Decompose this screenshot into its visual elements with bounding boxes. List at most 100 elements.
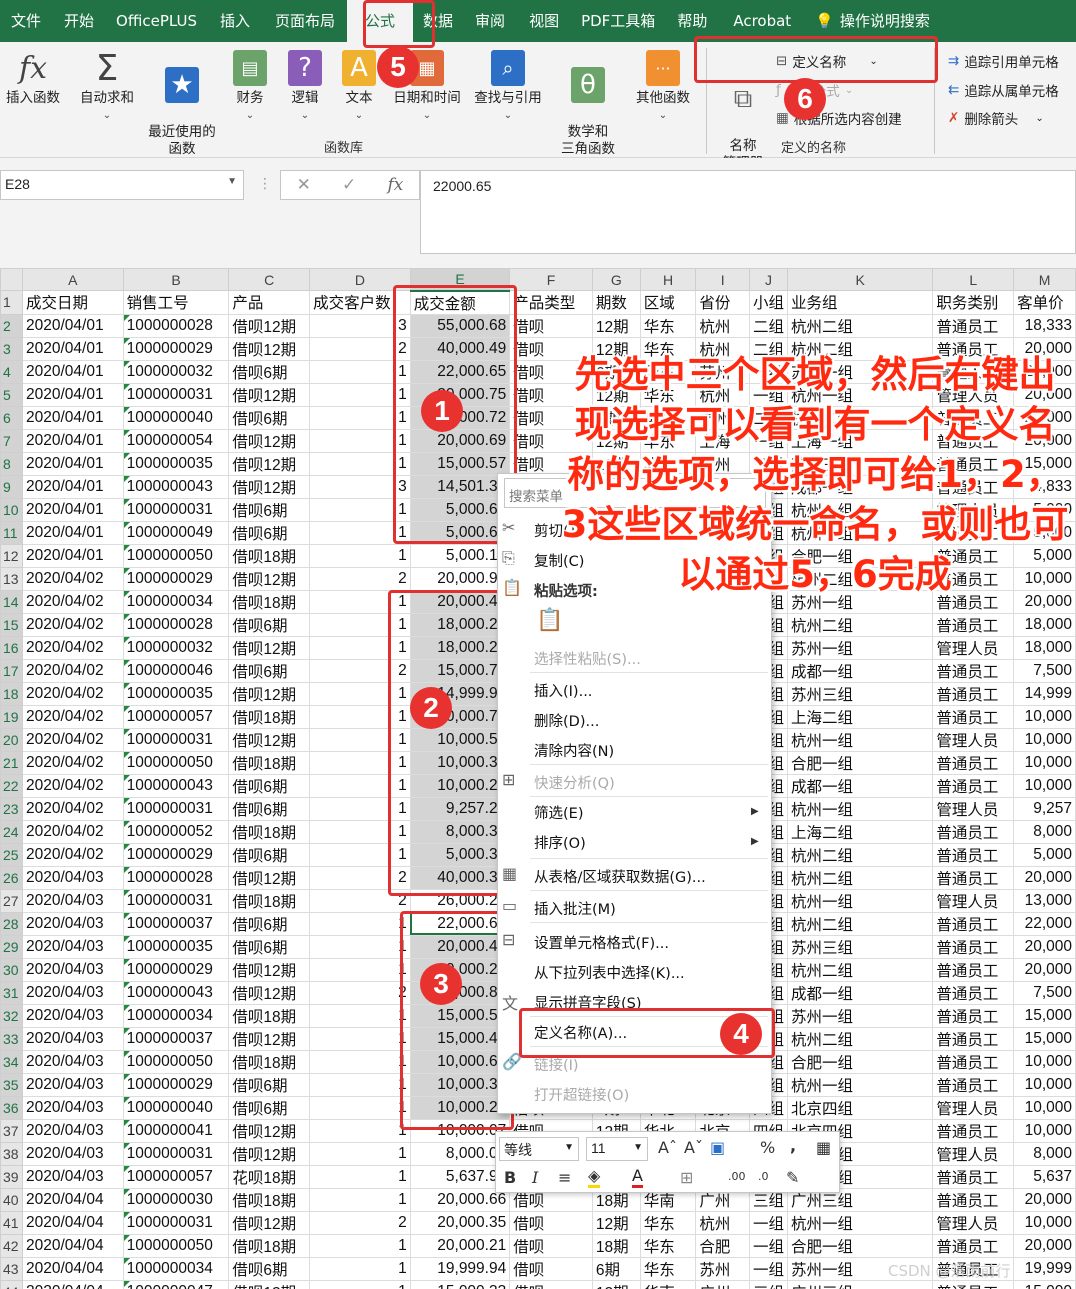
cell[interactable]: 2020/04/04 bbox=[21, 1279, 124, 1289]
cell[interactable]: 借呗12期 bbox=[228, 1279, 311, 1289]
cell[interactable]: 2020/04/01 bbox=[21, 336, 124, 361]
cell[interactable]: 1 bbox=[309, 1187, 411, 1212]
column-header-a[interactable]: A bbox=[21, 268, 124, 291]
font-name-select[interactable]: 等线 ▼ bbox=[499, 1137, 579, 1161]
cell[interactable]: 普通员工 bbox=[932, 1187, 1015, 1212]
cell[interactable]: 8,000 bbox=[1013, 1141, 1076, 1166]
cell[interactable]: 普通员工 bbox=[932, 681, 1015, 706]
cell[interactable]: 2020/04/03 bbox=[21, 934, 124, 959]
cell[interactable]: 1000000034 bbox=[122, 1256, 230, 1281]
row-header[interactable]: 17 bbox=[0, 658, 23, 683]
cell[interactable]: 2020/04/02 bbox=[21, 727, 124, 752]
cell[interactable]: 1000000028 bbox=[122, 612, 230, 637]
enter-icon[interactable]: ✓ bbox=[342, 175, 356, 195]
row-header[interactable]: 15 bbox=[0, 612, 23, 637]
cell[interactable]: 2020/04/02 bbox=[21, 566, 124, 591]
menu-item-open-hyperlink[interactable]: 打开超链接(O) bbox=[534, 1084, 629, 1105]
tab-page-layout[interactable]: 页面布局 bbox=[263, 0, 347, 42]
cell[interactable]: 借呗18期 bbox=[228, 888, 311, 913]
cell[interactable]: 20,000.21 bbox=[409, 1233, 511, 1258]
tab-review[interactable]: 审阅 bbox=[463, 0, 517, 42]
cell[interactable]: 借呗6期 bbox=[228, 1072, 311, 1097]
row-header[interactable]: 32 bbox=[0, 1003, 23, 1028]
cell[interactable]: 合肥一组 bbox=[787, 750, 934, 775]
paste-clipboard-icon[interactable]: 📋 bbox=[536, 608, 563, 633]
row-header[interactable]: 38 bbox=[0, 1141, 23, 1166]
cell[interactable]: 1000000029 bbox=[122, 957, 230, 982]
cell[interactable]: 借呗18期 bbox=[228, 1003, 311, 1028]
header-cell[interactable]: 区域 bbox=[639, 290, 697, 315]
cell[interactable]: 2020/04/02 bbox=[21, 796, 124, 821]
cell[interactable]: 2020/04/02 bbox=[21, 612, 124, 637]
cell[interactable]: 2020/04/03 bbox=[21, 980, 124, 1005]
borders-icon[interactable]: ⊞ bbox=[680, 1168, 693, 1187]
more-functions-button[interactable]: ··· 其他函数 ⌄ bbox=[630, 50, 696, 124]
cell[interactable]: 19,999 bbox=[1013, 1256, 1076, 1281]
header-cell[interactable]: 小组 bbox=[748, 290, 789, 315]
cell[interactable]: 一组 bbox=[748, 1210, 789, 1235]
cell[interactable]: 杭州一组 bbox=[787, 1210, 934, 1235]
cell[interactable]: 1000000031 bbox=[122, 796, 230, 821]
cell[interactable]: 1 bbox=[309, 1256, 411, 1281]
column-header-l[interactable]: L bbox=[932, 268, 1015, 291]
chevron-down-icon[interactable]: ▼ bbox=[227, 176, 237, 187]
cell[interactable]: 管理人员 bbox=[932, 1210, 1015, 1235]
cell[interactable]: 7,500 bbox=[1013, 658, 1076, 683]
cell[interactable]: 华东 bbox=[639, 313, 697, 338]
row-header[interactable]: 21 bbox=[0, 750, 23, 775]
cell[interactable]: 1000000049 bbox=[122, 520, 230, 545]
cell[interactable]: 20,000 bbox=[1013, 1233, 1076, 1258]
cell[interactable]: 普通员工 bbox=[932, 313, 1015, 338]
cell[interactable]: 2020/04/01 bbox=[21, 405, 124, 430]
cell[interactable]: 借呗12期 bbox=[228, 336, 311, 361]
text-functions-button[interactable]: A 文本 ⌄ bbox=[337, 50, 381, 124]
cell[interactable]: 2020/04/01 bbox=[21, 543, 124, 568]
cell[interactable]: 2020/04/01 bbox=[21, 520, 124, 545]
cell[interactable]: 2 bbox=[309, 980, 411, 1005]
header-cell[interactable]: 职务类别 bbox=[932, 290, 1015, 315]
format-painter-icon[interactable]: ✎ bbox=[786, 1168, 799, 1187]
cell[interactable]: 2020/04/01 bbox=[21, 313, 124, 338]
row-header[interactable]: 9 bbox=[0, 474, 23, 499]
row-header[interactable]: 29 bbox=[0, 934, 23, 959]
cell[interactable]: 2020/04/01 bbox=[21, 497, 124, 522]
row-header[interactable]: 11 bbox=[0, 520, 23, 545]
row-header[interactable]: 42 bbox=[0, 1233, 23, 1258]
cell[interactable]: 2020/04/04 bbox=[21, 1233, 124, 1258]
cell[interactable]: 1000000050 bbox=[122, 750, 230, 775]
cell[interactable]: 1 bbox=[309, 1118, 411, 1143]
cell[interactable]: 普通员工 bbox=[932, 865, 1015, 890]
cell[interactable]: 1000000046 bbox=[122, 658, 230, 683]
cell[interactable]: 借呗12期 bbox=[228, 566, 311, 591]
cell[interactable]: 2020/04/04 bbox=[21, 1187, 124, 1212]
menu-item-insert[interactable]: 插入(I)... bbox=[534, 680, 592, 701]
cell[interactable]: 1000000057 bbox=[122, 1164, 230, 1189]
font-size-select[interactable]: 11 ▼ bbox=[586, 1137, 648, 1161]
cell[interactable]: 10,000 bbox=[1013, 750, 1076, 775]
cell[interactable]: 10,000 bbox=[1013, 773, 1076, 798]
cell[interactable]: 1000000037 bbox=[122, 1026, 230, 1051]
cancel-icon[interactable]: ✕ bbox=[297, 175, 311, 195]
cell[interactable]: 杭州二组 bbox=[787, 612, 934, 637]
cell[interactable]: 1 bbox=[309, 911, 411, 936]
row-header[interactable]: 6 bbox=[0, 405, 23, 430]
cell[interactable]: 借呗6期 bbox=[228, 520, 311, 545]
cell[interactable]: 借呗 bbox=[509, 1233, 593, 1258]
header-cell[interactable]: 销售工号 bbox=[122, 290, 230, 315]
cell[interactable]: 普通员工 bbox=[932, 934, 1015, 959]
align-center-icon[interactable]: ≡ bbox=[558, 1168, 571, 1187]
cell[interactable]: 1000000043 bbox=[122, 474, 230, 499]
cell[interactable]: 2020/04/03 bbox=[21, 957, 124, 982]
row-header[interactable]: 28 bbox=[0, 911, 23, 936]
row-header[interactable]: 7 bbox=[0, 428, 23, 453]
cell[interactable]: 华东 bbox=[639, 1233, 697, 1258]
cell[interactable]: 2020/04/03 bbox=[21, 1118, 124, 1143]
cell[interactable]: 借呗12期 bbox=[228, 428, 311, 453]
cell[interactable]: 18,000 bbox=[1013, 635, 1076, 660]
cell[interactable]: 15,000.33 bbox=[409, 1279, 511, 1289]
cell[interactable]: 华东 bbox=[639, 1256, 697, 1281]
cell[interactable]: 1000000035 bbox=[122, 934, 230, 959]
cell[interactable]: 普通员工 bbox=[932, 750, 1015, 775]
cell[interactable]: 2020/04/02 bbox=[21, 750, 124, 775]
cell[interactable]: 杭州二组 bbox=[787, 313, 934, 338]
